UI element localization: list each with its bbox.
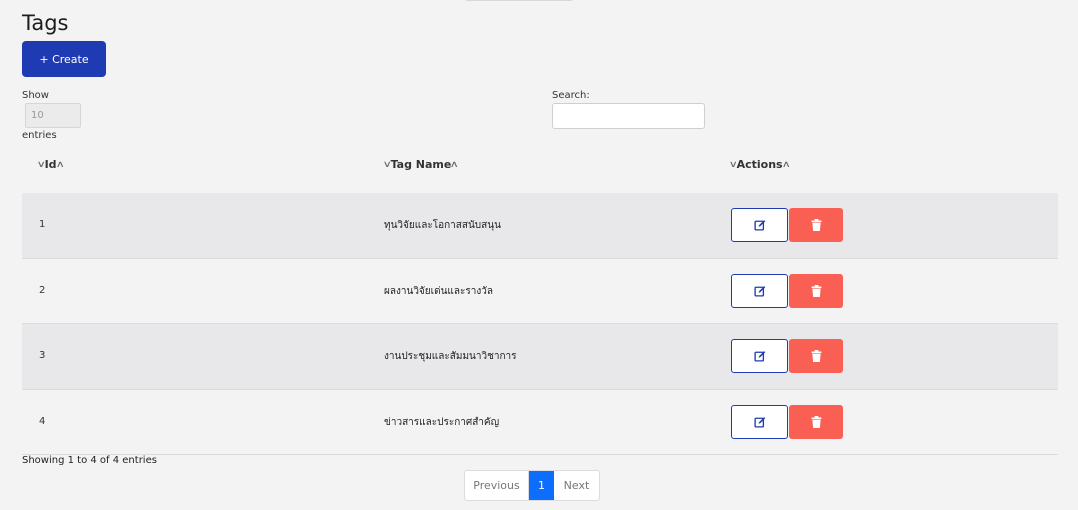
pagination-next-button[interactable]: Next [554, 471, 599, 500]
pagination-previous-button[interactable]: Previous [465, 471, 529, 500]
entries-length-select[interactable]: 10 [25, 103, 81, 128]
edit-icon [753, 351, 765, 362]
table-row: 3 งานประชุมและสัมมนาวิชาการ [22, 324, 1058, 390]
sort-ascending-icon: ∧ [781, 159, 791, 170]
delete-button[interactable] [789, 339, 843, 373]
trash-icon [811, 415, 821, 428]
pagination: Previous 1 Next [464, 470, 600, 501]
table-row: 2 ผลงานวิจัยเด่นและรางวัล [22, 258, 1058, 324]
trash-icon [811, 284, 821, 297]
sort-descending-icon: ∨ [36, 159, 46, 170]
sort-descending-icon: ∨ [728, 159, 738, 170]
edit-button[interactable] [731, 208, 788, 242]
column-header-id[interactable]: ∨ Id ∧ [36, 158, 65, 171]
sort-ascending-icon: ∧ [450, 159, 460, 170]
cell-tag-name: งานประชุมและสัมมนาวิชาการ [384, 351, 517, 362]
delete-button[interactable] [789, 273, 843, 308]
cell-id: 3 [39, 350, 46, 361]
cell-tag-name: ทุนวิจัยและโอกาสสนับสนุน [384, 220, 501, 231]
pagination-page-1-button[interactable]: 1 [529, 471, 554, 500]
edit-button[interactable] [731, 273, 788, 308]
cell-id: 2 [39, 284, 46, 296]
column-header-actions[interactable]: ∨ Actions ∧ [728, 158, 791, 171]
edit-button[interactable] [731, 404, 788, 439]
create-button[interactable]: + Create [22, 41, 106, 77]
edit-icon [753, 285, 765, 297]
cell-tag-name: ผลงานวิจัยเด่นและรางวัล [384, 285, 493, 297]
table-body: 1 ทุนวิจัยและโอกาสสนับสนุน 2 ผลงานวิจัยเ… [22, 193, 1058, 455]
search-input[interactable] [552, 103, 705, 129]
delete-button[interactable] [789, 404, 843, 439]
cell-id: 1 [39, 219, 46, 230]
page-title: Tags [22, 11, 69, 35]
sort-ascending-icon: ∧ [55, 159, 65, 170]
cell-id: 4 [39, 415, 46, 427]
column-label: Tag Name [390, 158, 452, 171]
table-row: 1 ทุนวิจัยและโอกาสสนับสนุน [22, 193, 1058, 259]
top-tab-handle [464, 0, 574, 1]
edit-icon [753, 416, 765, 428]
edit-icon [753, 220, 765, 231]
table-row: 4 ข่าวสารและประกาศสำคัญ [22, 389, 1058, 455]
table-header: ∨ Id ∧ ∨ Tag Name ∧ ∨ Actions ∧ [22, 158, 1058, 178]
column-label: Actions [736, 158, 783, 171]
column-header-tag-name[interactable]: ∨ Tag Name ∧ [382, 158, 460, 171]
delete-button[interactable] [789, 208, 843, 242]
search-label: Search: [552, 90, 590, 101]
trash-icon [811, 219, 821, 231]
cell-tag-name: ข่าวสารและประกาศสำคัญ [384, 416, 500, 428]
sort-descending-icon: ∨ [382, 159, 392, 170]
show-label: Show [22, 90, 49, 101]
table-info: Showing 1 to 4 of 4 entries [22, 455, 157, 466]
trash-icon [811, 350, 821, 362]
entries-label: entries [22, 130, 57, 141]
edit-button[interactable] [731, 339, 788, 373]
